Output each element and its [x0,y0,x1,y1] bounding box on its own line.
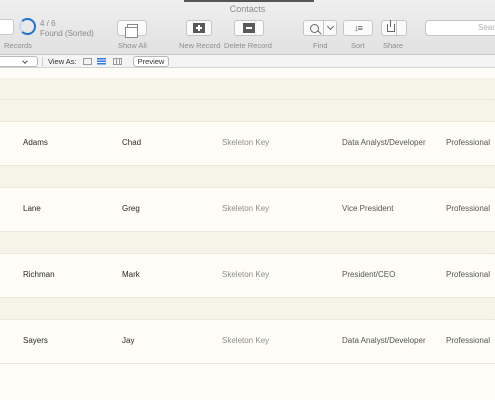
sort-icon: ↓≡ [354,23,363,33]
company[interactable]: Skeleton Key [222,204,269,213]
found-state: Found (Sorted) [40,29,94,38]
header-band [0,78,495,100]
last-name[interactable]: Adams [23,138,48,147]
list-view-icon[interactable] [97,58,106,65]
sort-label: Sort [351,41,365,50]
first-name[interactable]: Jay [122,336,134,345]
new-record-icon [193,23,205,33]
record-number-field[interactable] [0,19,14,35]
last-name[interactable]: Sayers [23,336,48,345]
show-all-label: Show All [118,41,147,50]
sort-button[interactable]: ↓≡ [343,20,373,36]
search-icon [310,23,319,33]
records-list: Adams Chad Skeleton Key Data Analyst/Dev… [0,68,495,400]
record-separator [0,100,495,122]
category[interactable]: Professional [446,270,490,279]
window-notch [184,0,314,2]
table-view-icon[interactable] [113,58,122,65]
show-all-icon [124,23,138,38]
record-separator [0,232,495,254]
layout-separator [42,57,43,66]
search-placeholder: Search [478,23,495,32]
delete-record-icon [243,23,255,33]
records-label: Records [4,41,32,50]
form-view-icon[interactable] [83,58,92,65]
toolbar: Contacts Records 4 / 6 Found (Sorted) Sh… [0,0,495,55]
record-separator [0,166,495,188]
company[interactable]: Skeleton Key [222,270,269,279]
chevron-down-icon [22,58,28,64]
view-as-label: View As: [48,57,77,66]
first-name[interactable]: Mark [122,270,140,279]
job-title[interactable]: Vice President [342,204,393,213]
job-title[interactable]: Data Analyst/Developer [342,138,426,147]
chevron-down-icon [326,22,335,31]
share-button[interactable] [381,20,407,36]
layout-select[interactable] [0,56,38,67]
share-label: Share [383,41,404,50]
category[interactable]: Professional [446,204,490,213]
find-menu-button[interactable] [324,20,337,36]
table-row[interactable]: Lane Greg Skeleton Key Vice President Pr… [0,188,495,232]
last-name[interactable]: Richman [23,270,55,279]
job-title[interactable]: Data Analyst/Developer [342,336,426,345]
company[interactable]: Skeleton Key [222,138,269,147]
delete-record-button[interactable] [234,20,264,36]
find-label: Find [313,41,328,50]
window-title: Contacts [229,4,266,14]
found-count: 4 / 6 [40,19,56,28]
show-all-button[interactable] [117,20,147,38]
table-row[interactable]: Adams Chad Skeleton Key Data Analyst/Dev… [0,122,495,166]
table-row[interactable]: Sayers Jay Skeleton Key Data Analyst/Dev… [0,320,495,364]
first-name[interactable]: Greg [122,204,140,213]
preview-button[interactable]: Preview [133,56,169,67]
table-row[interactable]: Richman Mark Skeleton Key President/CEO … [0,254,495,298]
category[interactable]: Professional [446,138,490,147]
new-record-button[interactable] [186,20,212,36]
record-separator [0,298,495,320]
company[interactable]: Skeleton Key [222,336,269,345]
share-divider [396,20,397,36]
first-name[interactable]: Chad [122,138,141,147]
layout-bar: View As: Preview [0,55,495,68]
delete-record-label: Delete Record [224,41,272,50]
job-title[interactable]: President/CEO [342,270,395,279]
new-record-label: New Record [179,41,221,50]
category[interactable]: Professional [446,336,490,345]
found-set-pie-icon [19,18,36,35]
share-icon [387,20,395,32]
last-name[interactable]: Lane [23,204,41,213]
